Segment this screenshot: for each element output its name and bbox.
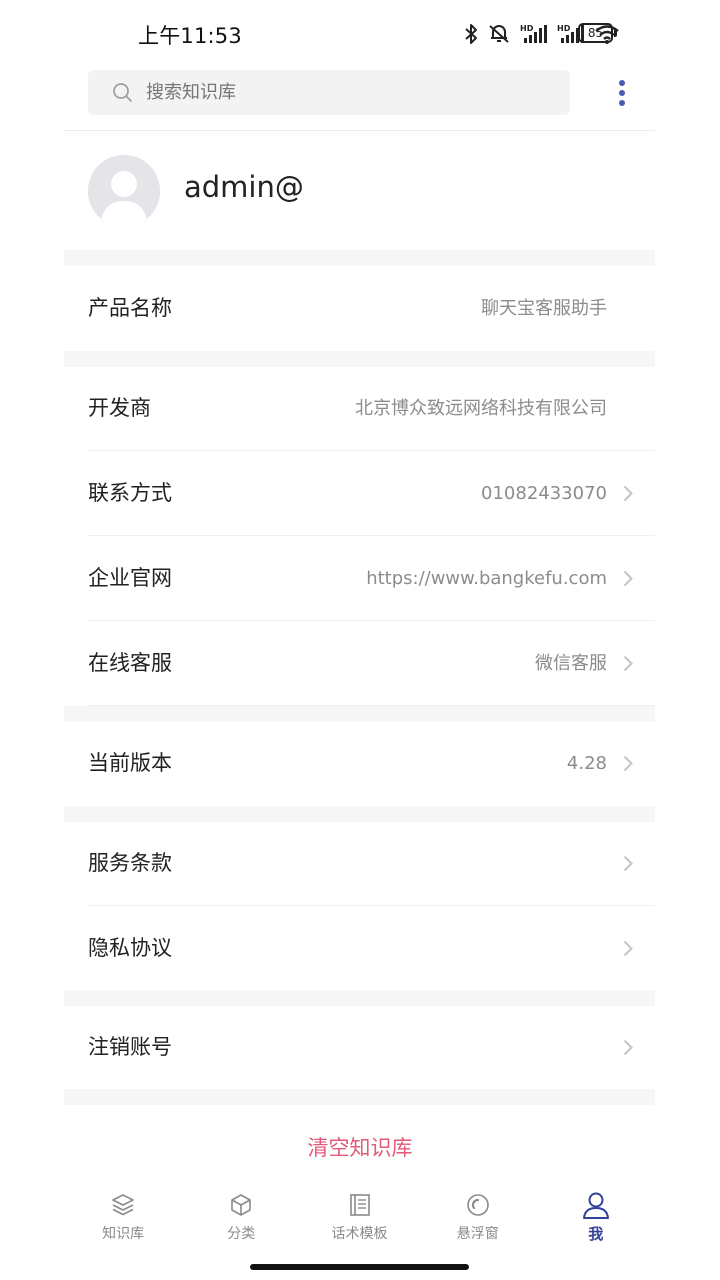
row-label: 隐私协议	[88, 936, 172, 960]
battery-level: 85	[587, 26, 604, 40]
svg-text:HD: HD	[557, 24, 571, 33]
section-gap	[64, 806, 655, 822]
tab-label: 悬浮窗	[456, 1226, 499, 1242]
clear-knowledge-base-button[interactable]: 清空知识库	[0, 1128, 720, 1168]
tab-category[interactable]: 分类	[182, 1190, 300, 1250]
tab-me[interactable]: 我	[537, 1190, 655, 1250]
section-gap	[64, 706, 655, 722]
row-privacy[interactable]: 隐私协议	[64, 906, 655, 991]
tab-label: 分类	[227, 1226, 256, 1242]
layers-icon	[108, 1190, 138, 1220]
home-indicator[interactable]	[250, 1264, 469, 1270]
row-label: 企业官网	[88, 566, 172, 590]
username: admin@	[184, 170, 304, 204]
row-label: 在线客服	[88, 651, 172, 675]
row-label: 开发商	[88, 396, 151, 420]
section-gap	[64, 250, 655, 266]
row-website[interactable]: 企业官网 https://www.bangkefu.com	[64, 536, 655, 621]
row-terms[interactable]: 服务条款	[64, 821, 655, 906]
cube-icon	[226, 1190, 256, 1220]
search-input[interactable]	[146, 70, 546, 115]
row-label: 注销账号	[88, 1035, 172, 1059]
section-gap	[64, 990, 655, 1006]
chevron-right-icon	[623, 655, 633, 676]
tab-label: 我	[588, 1225, 604, 1243]
bluetooth-icon	[464, 23, 478, 45]
row-online-service[interactable]: 在线客服 微信客服	[64, 621, 655, 706]
chevron-right-icon	[623, 940, 633, 961]
tab-label: 话术模板	[331, 1226, 388, 1242]
search-bar[interactable]	[88, 70, 570, 115]
float-window-icon	[463, 1190, 493, 1220]
tab-knowledge-base[interactable]: 知识库	[64, 1190, 182, 1250]
row-version[interactable]: 当前版本 4.28	[64, 721, 655, 806]
tab-script-templates[interactable]: 话术模板	[300, 1190, 418, 1250]
document-icon	[345, 1190, 375, 1220]
avatar[interactable]	[88, 155, 160, 227]
chevron-right-icon	[623, 755, 633, 776]
battery-icon: 85	[578, 23, 618, 43]
row-value: 聊天宝客服助手	[481, 298, 607, 319]
user-icon	[581, 1190, 611, 1220]
section-gap	[64, 351, 655, 367]
status-time: 上午11:53	[138, 24, 242, 48]
chevron-right-icon	[623, 855, 633, 876]
row-contact[interactable]: 联系方式 01082433070	[64, 451, 655, 536]
svg-text:HD: HD	[520, 24, 534, 33]
row-value: 微信客服	[535, 653, 607, 674]
more-options-icon[interactable]	[608, 78, 636, 108]
chevron-right-icon	[623, 570, 633, 591]
row-label: 联系方式	[88, 481, 172, 505]
row-value: 北京博众致远网络科技有限公司	[355, 398, 607, 419]
chevron-right-icon	[623, 1039, 633, 1060]
row-value: 4.28	[566, 753, 607, 774]
divider	[64, 130, 655, 131]
status-bar: 上午11:53 HD HD 85	[0, 0, 720, 66]
row-value: https://www.bangkefu.com	[366, 568, 607, 589]
row-label: 产品名称	[88, 296, 172, 320]
row-value: 01082433070	[481, 483, 607, 504]
section-gap	[64, 1089, 655, 1105]
bottom-tab-bar: 知识库 分类 话术模板 悬浮窗 我	[64, 1190, 655, 1250]
row-developer: 开发商 北京博众致远网络科技有限公司	[64, 366, 655, 451]
tab-float-window[interactable]: 悬浮窗	[419, 1190, 537, 1250]
search-icon	[112, 82, 134, 108]
row-label: 当前版本	[88, 751, 172, 775]
tab-label: 知识库	[102, 1226, 145, 1242]
row-delete-account[interactable]: 注销账号	[64, 1005, 655, 1090]
signal-hd-icon: HD	[520, 23, 548, 45]
mute-bell-icon	[487, 23, 511, 45]
row-label: 服务条款	[88, 851, 172, 875]
chevron-right-icon	[623, 485, 633, 506]
row-product-name: 产品名称 聊天宝客服助手	[64, 266, 655, 351]
